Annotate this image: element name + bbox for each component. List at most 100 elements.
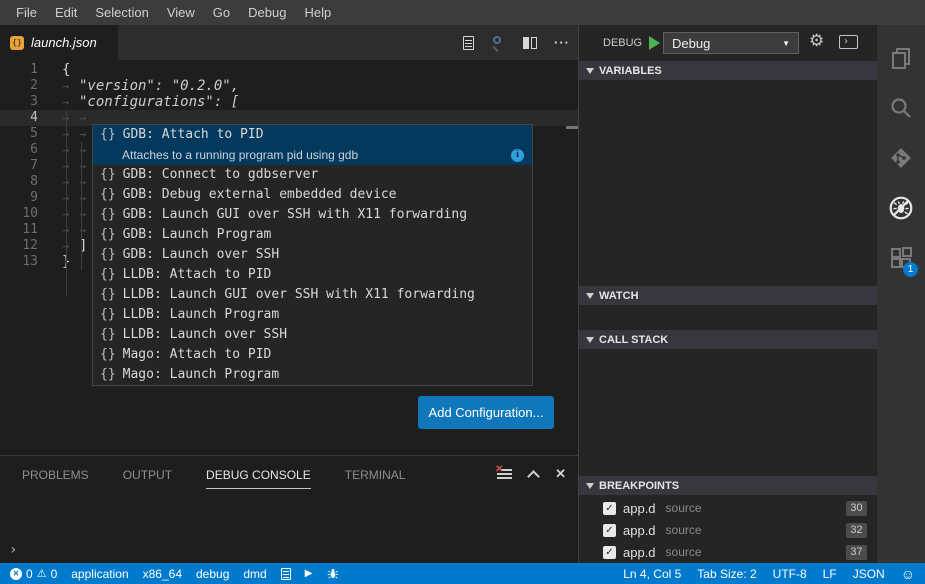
snippet-icon: {} xyxy=(100,345,116,365)
suggestion-item[interactable]: {}GDB: Debug external embedded device xyxy=(93,185,532,205)
tab-debug-console[interactable]: DEBUG CONSOLE xyxy=(206,468,311,489)
tab-filename: launch.json xyxy=(31,35,97,50)
breakpoint-checkbox[interactable]: ✓ xyxy=(603,502,616,515)
call-stack-section-header[interactable]: CALL STACK xyxy=(579,330,877,349)
activity-source-control[interactable] xyxy=(877,133,925,183)
breakpoint-checkbox[interactable]: ✓ xyxy=(603,524,616,537)
menu-view[interactable]: View xyxy=(158,5,204,20)
start-debug-icon[interactable] xyxy=(649,36,660,50)
tab-whitespace-icon xyxy=(62,142,79,158)
activity-search[interactable] xyxy=(877,83,925,133)
open-debug-console-icon[interactable]: › xyxy=(839,35,858,49)
eol-sequence[interactable]: LF xyxy=(823,567,837,581)
code-line[interactable]: 1{ xyxy=(0,62,578,78)
debug-console-prompt[interactable]: › xyxy=(9,542,17,558)
close-panel-icon[interactable]: ✕ xyxy=(555,466,566,482)
code-line[interactable]: 3"configurations": [ xyxy=(0,94,578,110)
breakpoint-row[interactable]: ✓ app.d source 32 xyxy=(579,519,877,541)
problems-status[interactable]: ✕ 0 ⚠ 0 xyxy=(10,567,57,581)
suggestion-label: GDB: Launch over SSH xyxy=(123,245,280,265)
suggestion-item[interactable]: {}GDB: Launch Program xyxy=(93,225,532,245)
indent-guide xyxy=(66,110,67,296)
suggestion-item[interactable]: {}Mago: Launch Program xyxy=(93,365,532,385)
status-application[interactable]: application xyxy=(71,567,128,581)
cursor-position[interactable]: Ln 4, Col 5 xyxy=(623,567,681,581)
status-bar: ✕ 0 ⚠ 0 application x86_64 debug dmd ▶ L… xyxy=(0,563,925,584)
snippet-icon: {} xyxy=(100,185,116,205)
encoding[interactable]: UTF-8 xyxy=(773,567,807,581)
status-build-type[interactable]: debug xyxy=(196,567,229,581)
suggestion-item[interactable]: {}Mago: Attach to PID xyxy=(93,345,532,365)
suggestion-item[interactable]: {}LLDB: Launch Program xyxy=(93,305,532,325)
snippet-icon: {} xyxy=(100,265,116,285)
breakpoint-checkbox[interactable]: ✓ xyxy=(603,546,616,559)
open-preview-icon[interactable] xyxy=(491,35,506,50)
suggestion-item[interactable]: {}LLDB: Launch over SSH xyxy=(93,325,532,345)
bug-icon[interactable] xyxy=(326,567,340,581)
info-icon[interactable]: i xyxy=(511,149,524,162)
menu-help[interactable]: Help xyxy=(295,5,340,20)
launch-configuration-select[interactable]: Debug ▼ xyxy=(663,32,799,54)
breakpoint-row[interactable]: ✓ app.d source 37 xyxy=(579,541,877,563)
search-icon xyxy=(889,96,913,120)
warning-count: 0 xyxy=(51,567,58,581)
maximize-panel-icon[interactable] xyxy=(527,470,540,483)
code-line[interactable]: 2"version": "0.2.0", xyxy=(0,78,578,94)
suggestion-description: Attaches to a running program pid using … xyxy=(122,145,358,165)
feedback-smiley-icon[interactable]: ☺ xyxy=(901,566,915,582)
suggestion-item-selected[interactable]: {} GDB: Attach to PID xyxy=(93,125,532,145)
variables-section-header[interactable]: VARIABLES xyxy=(579,61,877,80)
line-number: 10 xyxy=(0,206,54,222)
configure-gear-icon[interactable]: ⚙ xyxy=(809,31,824,51)
activity-debug-active[interactable] xyxy=(877,183,925,233)
tab-launch-json[interactable]: {} launch.json xyxy=(0,25,118,60)
breakpoints-section-header[interactable]: BREAKPOINTS xyxy=(579,476,877,495)
menu-debug[interactable]: Debug xyxy=(239,5,295,20)
indentation[interactable]: Tab Size: 2 xyxy=(697,567,756,581)
snippet-icon: {} xyxy=(100,225,116,245)
watch-section-header[interactable]: WATCH xyxy=(579,286,877,305)
language-mode[interactable]: JSON xyxy=(853,567,885,581)
menu-edit[interactable]: Edit xyxy=(46,5,86,20)
section-title: VARIABLES xyxy=(599,65,662,77)
tab-whitespace-icon xyxy=(62,206,79,222)
bottom-panel: PROBLEMS OUTPUT DEBUG CONSOLE TERMINAL ✕… xyxy=(0,455,578,563)
section-title: BREAKPOINTS xyxy=(599,480,679,492)
suggestion-item[interactable]: {}GDB: Connect to gdbserver xyxy=(93,165,532,185)
activity-extensions[interactable]: 1 xyxy=(877,233,925,283)
clear-console-icon[interactable]: ✕ xyxy=(497,468,512,481)
tab-output[interactable]: OUTPUT xyxy=(123,468,172,489)
suggestion-item[interactable]: {}LLDB: Attach to PID xyxy=(93,265,532,285)
split-editor-icon[interactable] xyxy=(523,37,537,49)
suggestion-label: LLDB: Launch Program xyxy=(123,305,280,325)
more-actions-icon[interactable]: ··· xyxy=(554,38,570,48)
add-configuration-button[interactable]: Add Configuration... xyxy=(418,396,554,429)
tab-whitespace-icon xyxy=(62,222,79,238)
menu-go[interactable]: Go xyxy=(204,5,239,20)
selected-configuration: Debug xyxy=(672,36,782,51)
line-number: 13 xyxy=(0,254,54,270)
suggestion-label: GDB: Attach to PID xyxy=(123,125,264,145)
menu-selection[interactable]: Selection xyxy=(86,5,157,20)
collapse-arrow-icon xyxy=(586,483,594,489)
project-file-icon[interactable] xyxy=(281,568,291,580)
tab-terminal[interactable]: TERMINAL xyxy=(345,468,406,489)
tab-whitespace-icon xyxy=(62,110,79,126)
run-icon[interactable]: ▶ xyxy=(305,568,313,579)
breakpoint-line-badge: 32 xyxy=(846,523,867,538)
status-compiler[interactable]: dmd xyxy=(243,567,266,581)
panel-actions: ✕ ✕ xyxy=(497,466,566,482)
tab-problems[interactable]: PROBLEMS xyxy=(22,468,89,489)
menu-file[interactable]: File xyxy=(7,5,46,20)
breakpoint-row[interactable]: ✓ app.d source 30 xyxy=(579,497,877,519)
open-settings-icon[interactable] xyxy=(463,36,474,50)
suggestion-item[interactable]: {}LLDB: Launch GUI over SSH with X11 for… xyxy=(93,285,532,305)
section-title: CALL STACK xyxy=(599,334,668,346)
line-number: 5 xyxy=(0,126,54,142)
suggestion-item[interactable]: {}GDB: Launch GUI over SSH with X11 forw… xyxy=(93,205,532,225)
activity-explorer[interactable] xyxy=(877,33,925,83)
suggestion-item[interactable]: {}GDB: Launch over SSH xyxy=(93,245,532,265)
line-number: 11 xyxy=(0,222,54,238)
status-arch[interactable]: x86_64 xyxy=(143,567,182,581)
breakpoint-kind: source xyxy=(666,501,846,515)
